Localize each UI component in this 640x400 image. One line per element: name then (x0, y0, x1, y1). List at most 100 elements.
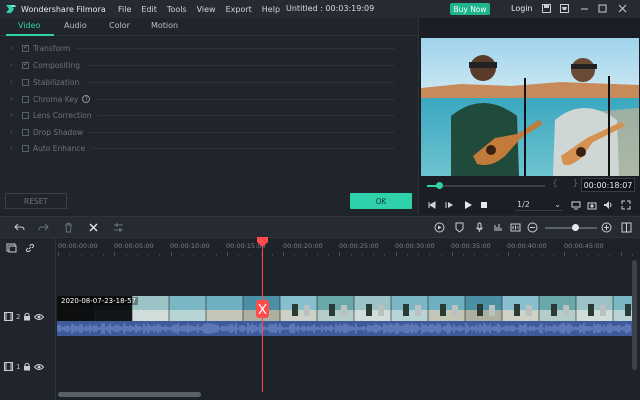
eye-icon[interactable] (34, 313, 45, 321)
maximize-icon[interactable] (598, 4, 607, 13)
vertical-scrollbar[interactable] (632, 260, 637, 370)
menu-help[interactable]: Help (257, 5, 285, 14)
property-chroma-key[interactable]: › Chroma Key ? (10, 93, 395, 105)
ruler-tick (384, 254, 386, 256)
playhead-scissors-icon[interactable] (256, 300, 269, 318)
property-drop-shadow[interactable]: › Drop Shadow (10, 126, 395, 138)
chroma-key-checkbox[interactable] (22, 95, 29, 103)
audio-mixer-icon[interactable] (510, 222, 521, 233)
ruler-tick (58, 252, 59, 256)
microphone-icon[interactable] (474, 222, 485, 233)
ruler-tick (91, 254, 93, 256)
auto-enhance-checkbox[interactable] (22, 144, 29, 152)
menu-tools[interactable]: Tools (162, 5, 192, 14)
menu-export[interactable]: Export (221, 5, 257, 14)
tab-motion[interactable]: Motion (151, 21, 178, 30)
divider (97, 114, 395, 116)
window-title: Untitled : 00:03:19:09 (286, 4, 375, 13)
lock-icon[interactable] (23, 312, 31, 321)
playhead-handle[interactable] (257, 237, 268, 247)
chevron-right-icon[interactable]: › (10, 144, 18, 152)
chevron-right-icon[interactable]: › (10, 111, 18, 119)
eye-icon[interactable] (34, 363, 45, 371)
divider (96, 98, 395, 100)
add-track-icon[interactable] (6, 243, 17, 253)
clip-thumbnail-figure (588, 304, 594, 316)
ruler-tick (283, 252, 284, 256)
preview-seekbar[interactable]: { } 00:00:18:07 (419, 178, 640, 192)
menu-view[interactable]: View (192, 5, 221, 14)
stop-icon[interactable] (479, 200, 489, 210)
link-icon[interactable] (25, 243, 35, 253)
delete-icon[interactable] (63, 222, 74, 233)
voiceover-icon[interactable] (493, 222, 504, 233)
chevron-right-icon[interactable]: › (10, 78, 18, 86)
undo-icon[interactable] (14, 222, 25, 233)
reset-button[interactable]: RESET (5, 193, 67, 209)
stabilization-checkbox[interactable] (22, 78, 29, 86)
marker-icon[interactable] (454, 222, 465, 233)
help-icon[interactable]: ? (82, 95, 91, 103)
lock-icon[interactable] (23, 362, 31, 371)
fullscreen-icon[interactable] (621, 200, 631, 210)
save-icon[interactable] (542, 4, 551, 13)
clip-thumbnail-figure (625, 304, 631, 316)
chevron-right-icon[interactable]: › (10, 128, 18, 136)
clip-thumbnail-figure (452, 305, 458, 316)
property-stabilization[interactable]: › Stabilization (10, 76, 395, 88)
volume-icon[interactable] (603, 200, 613, 210)
play-icon[interactable] (463, 200, 473, 210)
preview-quality-select[interactable]: 1/2 ⌄ (515, 198, 563, 211)
login-button[interactable]: Login (511, 4, 533, 13)
zoom-slider[interactable] (545, 227, 597, 229)
seek-track[interactable] (427, 182, 545, 189)
cart-icon[interactable] (560, 4, 569, 13)
clip-thumbnail-ground (95, 310, 132, 321)
previous-frame-icon[interactable] (427, 200, 437, 210)
monitor-icon[interactable] (571, 200, 581, 210)
render-icon[interactable] (434, 222, 445, 233)
tab-audio[interactable]: Audio (64, 21, 87, 30)
divider (86, 64, 395, 66)
video-track-icon (4, 362, 13, 371)
video-clip[interactable]: 2020-08-07-23-18-57 (57, 296, 632, 336)
adjust-icon[interactable] (113, 222, 124, 233)
redo-icon[interactable] (38, 222, 49, 233)
buy-now-button[interactable]: Buy Now (450, 3, 490, 15)
cut-icon[interactable] (88, 222, 99, 233)
seek-handle[interactable] (435, 182, 443, 189)
zoom-handle[interactable] (572, 224, 579, 231)
property-lens-correction[interactable]: › Lens Correction (10, 109, 395, 121)
snapshot-icon[interactable] (587, 200, 597, 210)
property-auto-enhance[interactable]: › Auto Enhance (10, 142, 395, 154)
chevron-right-icon[interactable]: › (10, 95, 18, 103)
ruler-tick (586, 254, 588, 256)
ruler-tick (226, 252, 228, 256)
close-icon[interactable] (618, 4, 627, 13)
play-slow-icon[interactable] (445, 200, 455, 210)
time-ruler[interactable]: 00:00:00:00 00:00:05:00 00:00:10:00 00:0… (56, 238, 640, 258)
ruler-tick (395, 252, 397, 256)
clip-thumbnail-figure (415, 305, 421, 316)
zoom-out-icon[interactable] (527, 222, 538, 233)
lens-correction-checkbox[interactable] (22, 111, 29, 119)
minimize-icon[interactable] (580, 4, 589, 13)
ruler-tick (339, 252, 341, 256)
property-transform[interactable]: › Transform (10, 42, 395, 54)
tab-color[interactable]: Color (109, 21, 130, 30)
chevron-right-icon[interactable]: › (10, 61, 18, 69)
menu-edit[interactable]: Edit (136, 5, 162, 14)
menu-file[interactable]: File (113, 5, 136, 14)
panel-toggle-icon[interactable] (621, 222, 632, 233)
chevron-right-icon[interactable]: › (10, 44, 18, 52)
ok-button[interactable]: OK (350, 193, 412, 209)
zoom-in-icon[interactable] (601, 222, 612, 233)
compositing-checkbox[interactable] (22, 60, 29, 69)
ruler-label: 00:00:05:00 (114, 242, 154, 250)
transform-checkbox[interactable] (22, 43, 29, 52)
drop-shadow-checkbox[interactable] (22, 128, 29, 136)
horizontal-scrollbar[interactable] (58, 392, 201, 397)
tab-video[interactable]: Video (18, 21, 40, 30)
mark-in-out-icon[interactable]: { } (552, 179, 584, 189)
property-compositing[interactable]: › Compositing (10, 59, 395, 71)
